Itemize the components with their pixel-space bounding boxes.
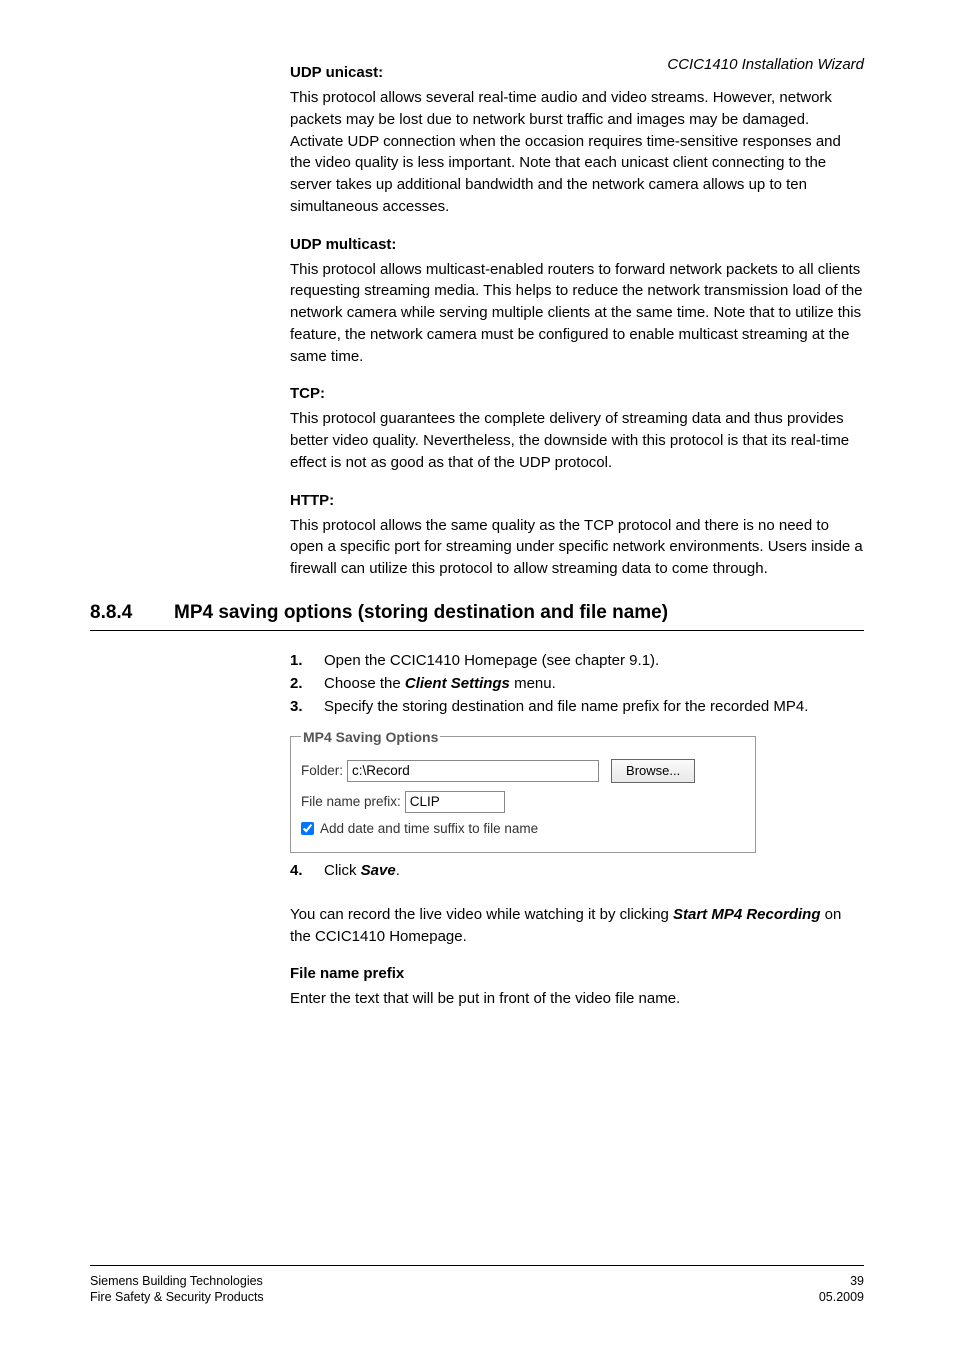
step-3-text: Specify the storing destination and file… — [324, 695, 864, 718]
step-4-post: . — [396, 862, 400, 879]
step-4-pre: Click — [324, 862, 361, 879]
prefix-input[interactable] — [405, 791, 505, 813]
mp4-options-fieldset: MP4 Saving Options Folder: Browse... Fil… — [290, 729, 756, 853]
mp4-options-figure: MP4 Saving Options Folder: Browse... Fil… — [290, 729, 864, 853]
http-heading: HTTP: — [290, 492, 864, 509]
step-3: 3. Specify the storing destination and f… — [290, 695, 864, 718]
page-footer: Siemens Building Technologies 39 Fire Sa… — [90, 1265, 864, 1304]
browse-button[interactable]: Browse... — [611, 759, 695, 783]
udp-unicast-body: This protocol allows several real-time a… — [290, 87, 864, 218]
file-prefix-body: Enter the text that will be put in front… — [290, 988, 864, 1010]
udp-multicast-body: This protocol allows multicast-enabled r… — [290, 259, 864, 368]
step-2-pre: Choose the — [324, 675, 405, 692]
suffix-checkbox[interactable] — [301, 822, 314, 835]
step-2-bold: Client Settings — [405, 675, 510, 692]
footer-company: Siemens Building Technologies — [90, 1274, 263, 1288]
page-number: 39 — [850, 1274, 864, 1288]
mp4-options-legend: MP4 Saving Options — [301, 729, 440, 745]
step-4-text: Click Save. — [324, 859, 864, 882]
step-1: 1. Open the CCIC1410 Homepage (see chapt… — [290, 649, 864, 672]
step-4-num: 4. — [290, 859, 324, 882]
record-note-pre: You can record the live video while watc… — [290, 906, 673, 923]
step-2-num: 2. — [290, 672, 324, 695]
step-2-text: Choose the Client Settings menu. — [324, 672, 864, 695]
step-4-bold: Save — [361, 862, 396, 879]
footer-division: Fire Safety & Security Products — [90, 1290, 264, 1304]
footer-date: 05.2009 — [819, 1290, 864, 1304]
step-2-post: menu. — [510, 675, 556, 692]
step-2: 2. Choose the Client Settings menu. — [290, 672, 864, 695]
footer-rule — [90, 1265, 864, 1266]
step-1-text: Open the CCIC1410 Homepage (see chapter … — [324, 649, 864, 672]
record-note: You can record the live video while watc… — [290, 904, 864, 948]
tcp-heading: TCP: — [290, 385, 864, 402]
suffix-checkbox-label: Add date and time suffix to file name — [320, 821, 538, 836]
section-rule — [90, 630, 864, 631]
section-title: MP4 saving options (storing destination … — [174, 602, 864, 624]
section-number: 8.8.4 — [90, 602, 146, 624]
step-1-num: 1. — [290, 649, 324, 672]
file-prefix-heading: File name prefix — [290, 965, 864, 982]
prefix-label: File name prefix: — [301, 794, 401, 809]
record-note-bold: Start MP4 Recording — [673, 906, 821, 923]
tcp-body: This protocol guarantees the complete de… — [290, 408, 864, 473]
step-3-num: 3. — [290, 695, 324, 718]
folder-input[interactable] — [347, 760, 599, 782]
doc-title: CCIC1410 Installation Wizard — [667, 56, 864, 73]
step-4: 4. Click Save. — [290, 859, 864, 882]
udp-multicast-heading: UDP multicast: — [290, 236, 864, 253]
http-body: This protocol allows the same quality as… — [290, 515, 864, 580]
folder-label: Folder: — [301, 763, 343, 778]
